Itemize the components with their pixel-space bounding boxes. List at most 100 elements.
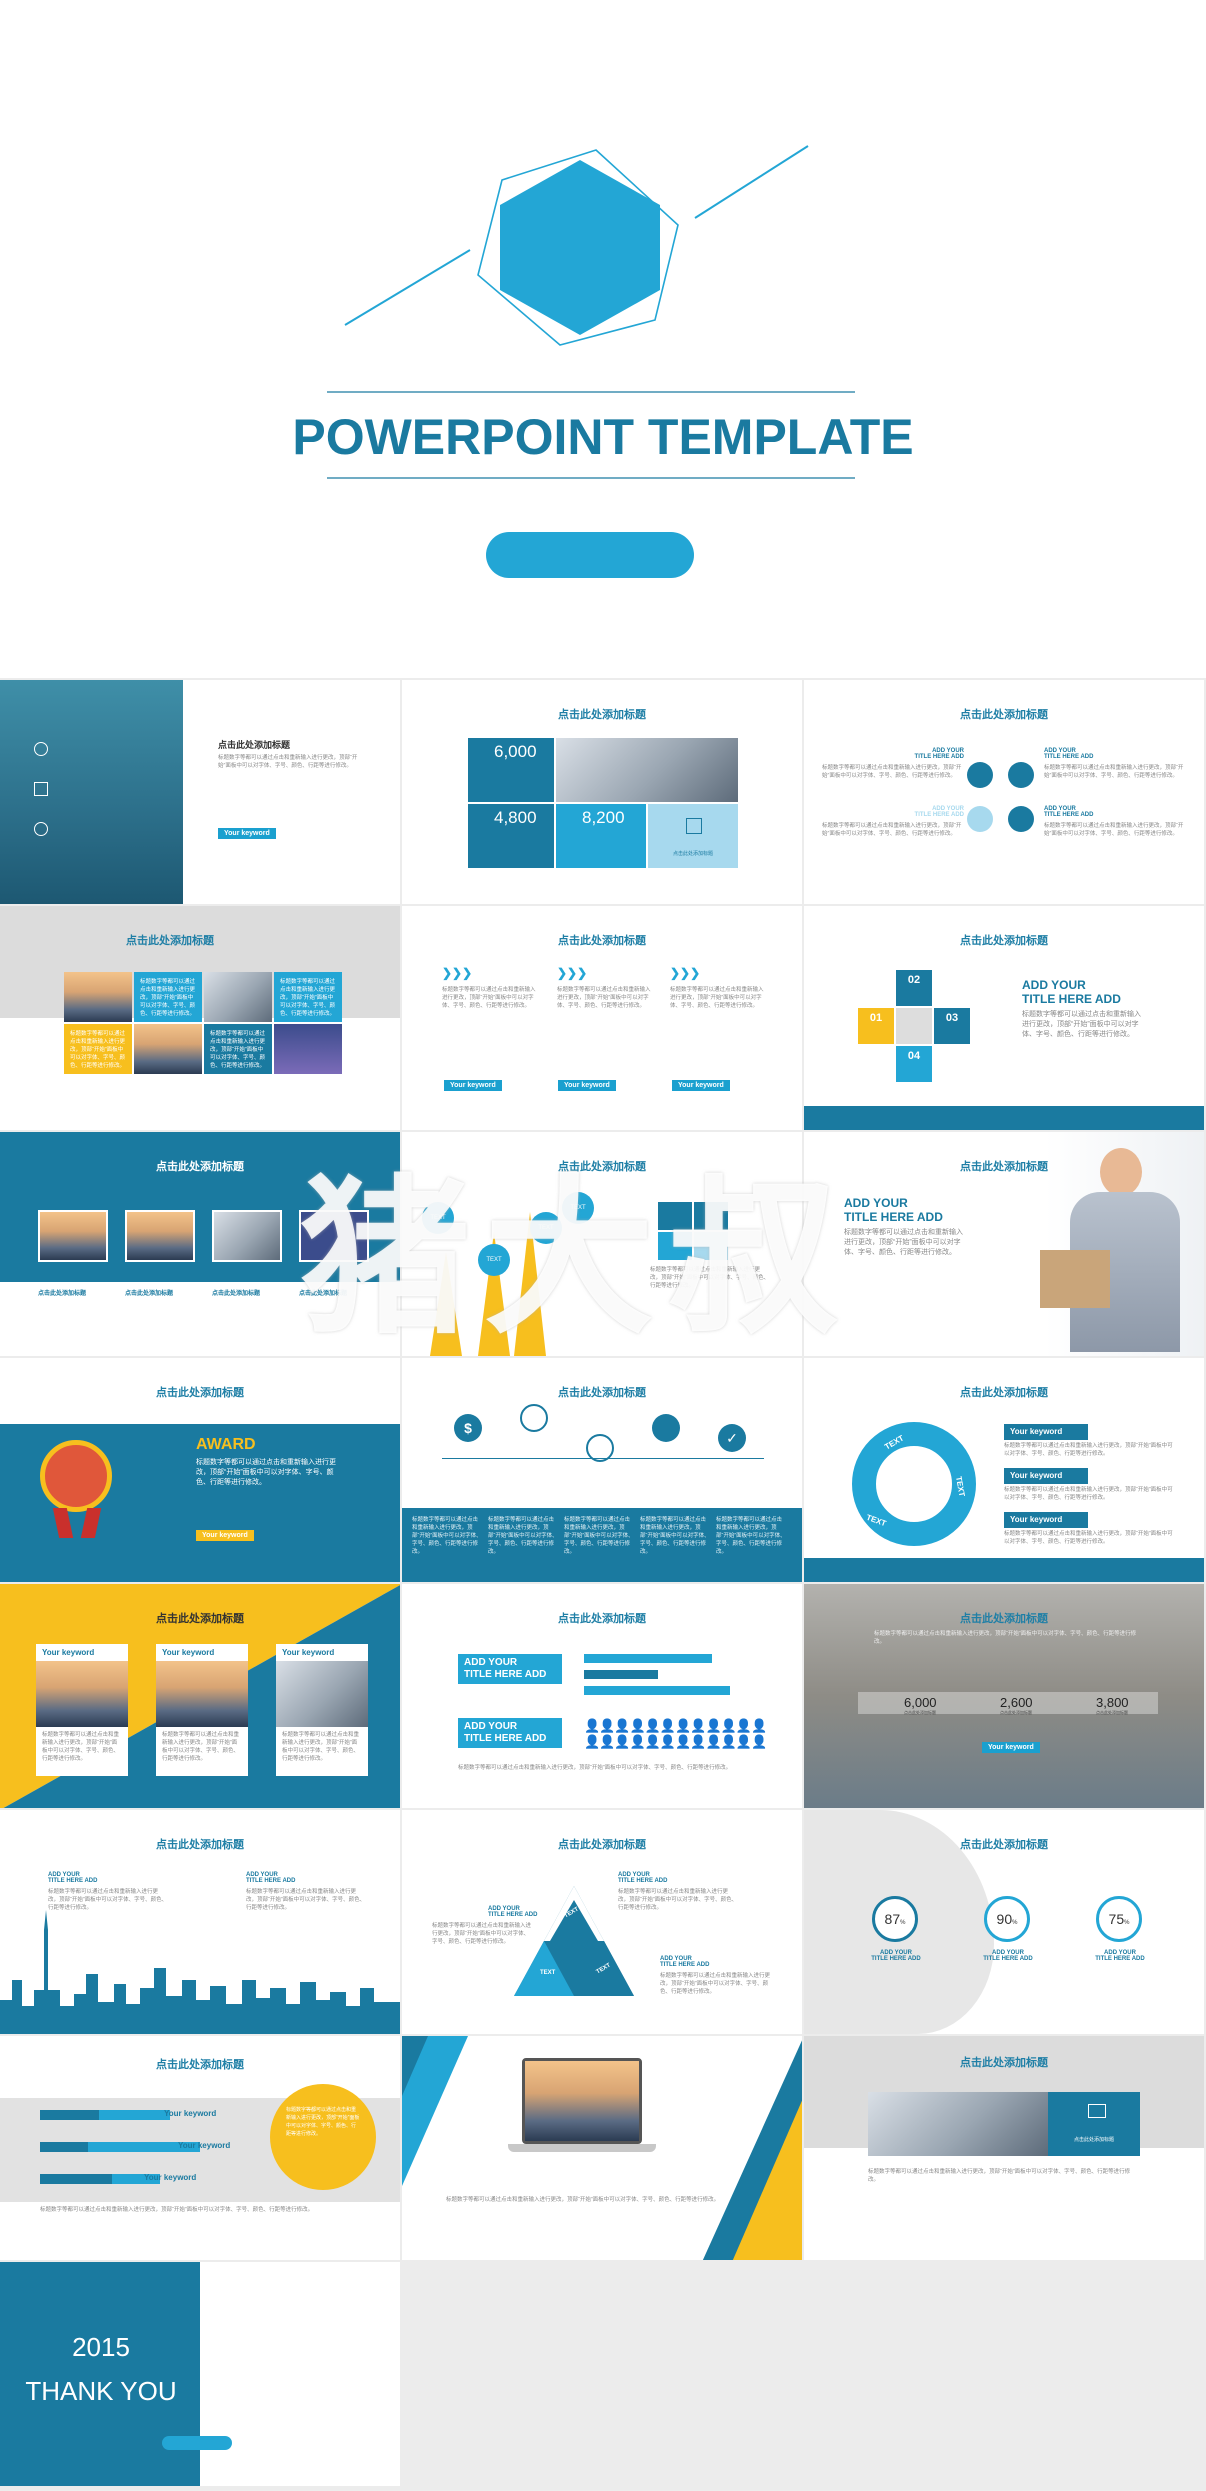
- keyword-button[interactable]: Your keyword: [982, 1742, 1040, 1753]
- slide-title: 点击此处添加标题: [558, 1161, 646, 1173]
- slide-8[interactable]: 点击此处添加标题 点击此处添加标题 点击此处添加标题 点击此处添加标题 点击此处…: [0, 1132, 402, 1358]
- tile-04: 04: [896, 1046, 932, 1082]
- slide-15[interactable]: 点击此处添加标题 ADD YOUR TITLE HERE ADD ADD YOUR…: [402, 1584, 804, 1810]
- photo-2: [125, 1210, 195, 1262]
- stat-value: 2,600: [1000, 1695, 1033, 1710]
- bar-3: [584, 1686, 730, 1695]
- keyword-button[interactable]: Your keyword: [558, 1080, 616, 1091]
- slide-12[interactable]: 点击此处添加标题 $ ✓ 标题数字等都可以通过点击和重新输入进行更改，顶部“开始…: [402, 1358, 804, 1584]
- text-bubble: TEXT: [422, 1202, 454, 1234]
- slide-title: 点击此处添加标题: [558, 1613, 646, 1625]
- spike-1: [430, 1252, 462, 1356]
- keyword-button[interactable]: Your keyword: [196, 1530, 254, 1541]
- slide-title: 点击此处添加标题: [558, 1387, 646, 1399]
- dollar-icon: $: [454, 1414, 482, 1442]
- keyword-button[interactable]: Your keyword: [218, 828, 276, 839]
- chevron-icon: ❯❯❯: [670, 966, 701, 980]
- slide-20[interactable]: 点击此处添加标题 Your keyword Your keyword Your …: [0, 2036, 402, 2262]
- body-text: 标题数字等都可以通过点击和重新输入进行更改，顶部“开始”面板中可以对字体、字号、…: [1004, 1443, 1173, 1457]
- laptop-base: [508, 2144, 656, 2152]
- text-tile: 标题数字等都可以通过点击和重新输入进行更改，顶部“开始”面板中可以对字体、字号、…: [204, 1024, 272, 1074]
- slide-2[interactable]: 点击此处添加标题 标题数字等都可以通过点击和重新输入进行更改，顶部“开始”面板中…: [0, 680, 402, 906]
- slide-6[interactable]: 点击此处添加标题 ❯❯❯ ❯❯❯ ❯❯❯ 标题数字等都可以通过点击和重新输入进行…: [402, 906, 804, 1132]
- body-text: 标题数字等都可以通过点击和重新输入进行更改，顶部“开始”面板中可以对字体、字号、…: [1004, 1531, 1173, 1545]
- pill-button[interactable]: [162, 2436, 232, 2450]
- caption: 点击此处添加标题: [672, 851, 713, 857]
- progress-ring-1: 87%: [872, 1896, 918, 1942]
- image-icon: [686, 818, 702, 834]
- progress-ring-3: 75%: [1096, 1896, 1142, 1942]
- body-text: 标题数字等都可以通过点击和重新输入进行更改，顶部“开始”面板中可以对字体、字号、…: [868, 2169, 1131, 2183]
- card-2: Your keyword 标题数字等都可以通过点击和重新输入进行更改，顶部“开始…: [156, 1644, 248, 1776]
- user-icon: [658, 1232, 692, 1260]
- slide-title: 点击此处添加标题: [218, 740, 291, 750]
- caption: 点击此处添加标题: [125, 1291, 174, 1297]
- bar-1: [584, 1654, 712, 1663]
- stat-box-3: 8,200: [556, 804, 646, 868]
- photo-2: [204, 972, 272, 1022]
- stat-box-1: 6,000: [468, 738, 554, 802]
- slide-grid: 点击此处添加标题 标题数字等都可以通过点击和重新输入进行更改，顶部“开始”面板中…: [0, 680, 1206, 2488]
- body-text: 标题数字等都可以通过点击和重新输入进行更改，顶部“开始”面板中可以对字体、字号、…: [1044, 823, 1184, 837]
- caption: 点击此处添加标题: [212, 1291, 261, 1297]
- slide-19[interactable]: 点击此处添加标题 87% 90% 75% ADD YOUR TITLE HERE …: [804, 1810, 1206, 2036]
- body-text: 标题数字等都可以通过点击和重新输入进行更改，顶部“开始”面板中可以对字体、字号、…: [557, 987, 651, 1009]
- stat-box-2: 4,800: [468, 804, 554, 868]
- stat-value: 4,800: [494, 808, 537, 827]
- body-text: 标题数字等都可以通过点击和重新输入进行更改，顶部“开始”面板中可以对字体、字号、…: [650, 1267, 770, 1289]
- award-title: AWARD: [196, 1436, 256, 1453]
- caption-tile: 点击此处添加标题: [1048, 2092, 1140, 2156]
- text-tile: 标题数字等都可以通过点击和重新输入进行更改，顶部“开始”面板中可以对字体、字号、…: [134, 972, 202, 1022]
- add-title-top: ADD YOUR TITLE HERE ADD: [618, 1872, 668, 1884]
- slide-10[interactable]: 点击此处添加标题 ADD YOUR TITLE HERE ADD 标题数字等都可以…: [804, 1132, 1206, 1358]
- mail-icon: [652, 1414, 680, 1442]
- body-text: 标题数字等都可以通过点击和重新输入进行更改，顶部“开始”面板中可以对字体、字号、…: [640, 1517, 710, 1555]
- slide-23[interactable]: 2015 THANK YOU: [0, 2262, 402, 2488]
- keyword-button[interactable]: Your keyword: [444, 1080, 502, 1091]
- award-medal-icon: [40, 1440, 112, 1512]
- tile-02: 02: [896, 970, 932, 1006]
- add-title: ADD YOUR TITLE HERE ADD: [844, 1196, 943, 1224]
- slide-21[interactable]: 标题数字等都可以通过点击和重新输入进行更改，顶部“开始”面板中可以对字体、字号、…: [402, 2036, 804, 2262]
- slide-18[interactable]: 点击此处添加标题 TEXT TEXT TEXT ADD YOUR TITLE HE…: [402, 1810, 804, 2036]
- text-bubble: TEXT: [478, 1244, 510, 1276]
- slide-3[interactable]: 点击此处添加标题 6,000 4,800 8,200 点击此处添加标题: [402, 680, 804, 906]
- target-icon: [586, 1434, 614, 1462]
- footer-band: [804, 1106, 1204, 1130]
- slide-title: 点击此处添加标题: [156, 1387, 244, 1399]
- body-text: 标题数字等都可以通过点击和重新输入进行更改，顶部“开始”面板中可以对字体、字号、…: [458, 1765, 732, 1771]
- cover-graphic: [327, 145, 855, 578]
- add-title: ADD YOUR TITLE HERE ADD: [1022, 978, 1121, 1006]
- body-text: 标题数字等都可以通过点击和重新输入进行更改，顶部“开始”面板中可以对字体、字号、…: [822, 823, 962, 837]
- slide-9[interactable]: 点击此处添加标题 TEXT TEXT TEXT TEXT 标题数字等都可以通过点…: [402, 1132, 804, 1358]
- slide-title: 点击此处添加标题: [960, 709, 1048, 721]
- keyword-button[interactable]: Your keyword: [672, 1080, 730, 1091]
- slide-7[interactable]: 点击此处添加标题 02 01 03 04 ADD YOUR TITLE HERE …: [804, 906, 1206, 1132]
- add-title-right: ADD YOUR TITLE HERE ADD: [246, 1872, 296, 1884]
- slide-title: 点击此处添加标题: [960, 1387, 1048, 1399]
- body-text: 标题数字等都可以通过点击和重新输入进行更改，顶部“开始”面板中可以对字体、字号、…: [1022, 1011, 1141, 1038]
- slide-5[interactable]: 点击此处添加标题 标题数字等都可以通过点击和重新输入进行更改，顶部“开始”面板中…: [0, 906, 402, 1132]
- slide-13[interactable]: 点击此处添加标题 TEXT TEXT TEXT Your keyword 标题数…: [804, 1358, 1206, 1584]
- slide-4[interactable]: 点击此处添加标题 ADD YOUR TITLE HERE ADD ADD YOUR…: [804, 680, 1206, 906]
- thank-you-text: THANK YOU: [25, 2376, 177, 2406]
- slide-17[interactable]: 点击此处添加标题 ADD YOUR TITLE HERE ADD ADD YOUR…: [0, 1810, 402, 2036]
- slide-title: 点击此处添加标题: [156, 2059, 244, 2071]
- slide-title: 点击此处添加标题: [960, 2057, 1048, 2069]
- progress-track: [40, 2110, 170, 2120]
- gear-icon: [34, 822, 48, 836]
- slide-16[interactable]: 点击此处添加标题 标题数字等都可以通过点击和重新输入进行更改，顶部“开始”面板中…: [804, 1584, 1206, 1810]
- slide-14[interactable]: 点击此处添加标题 Your keyword 标题数字等都可以通过点击和重新输入进…: [0, 1584, 402, 1810]
- check-icon: [1008, 806, 1034, 832]
- text-tile: 标题数字等都可以通过点击和重新输入进行更改，顶部“开始”面板中可以对字体、字号、…: [274, 972, 342, 1022]
- body-text: 标题数字等都可以通过点击和重新输入进行更改，顶部“开始”面板中可以对字体、字号、…: [1004, 1487, 1173, 1501]
- slide-22[interactable]: 点击此处添加标题 点击此处添加标题 标题数字等都可以通过点击和重新输入进行更改，…: [804, 2036, 1206, 2262]
- body-text: 标题数字等都可以通过点击和重新输入进行更改，顶部“开始”面板中可以对字体、字号、…: [488, 1517, 558, 1555]
- body-text: 标题数字等都可以通过点击和重新输入进行更改，顶部“开始”面板中可以对字体、字号、…: [446, 2197, 720, 2203]
- package-box: [1040, 1250, 1110, 1308]
- building-photo: [556, 738, 738, 802]
- add-title-box: ADD YOUR TITLE HERE ADD: [458, 1654, 562, 1684]
- slide-11[interactable]: 点击此处添加标题 AWARD 标题数字等都可以通过点击和重新输入进行更改，顶部“…: [0, 1358, 402, 1584]
- body-text: 标题数字等都可以通过点击和重新输入进行更改，顶部“开始”面板中可以对字体、字号、…: [1044, 765, 1184, 779]
- body-text: 标题数字等都可以通过点击和重新输入进行更改，顶部“开始”面板中可以对字体、字号、…: [432, 1923, 532, 1945]
